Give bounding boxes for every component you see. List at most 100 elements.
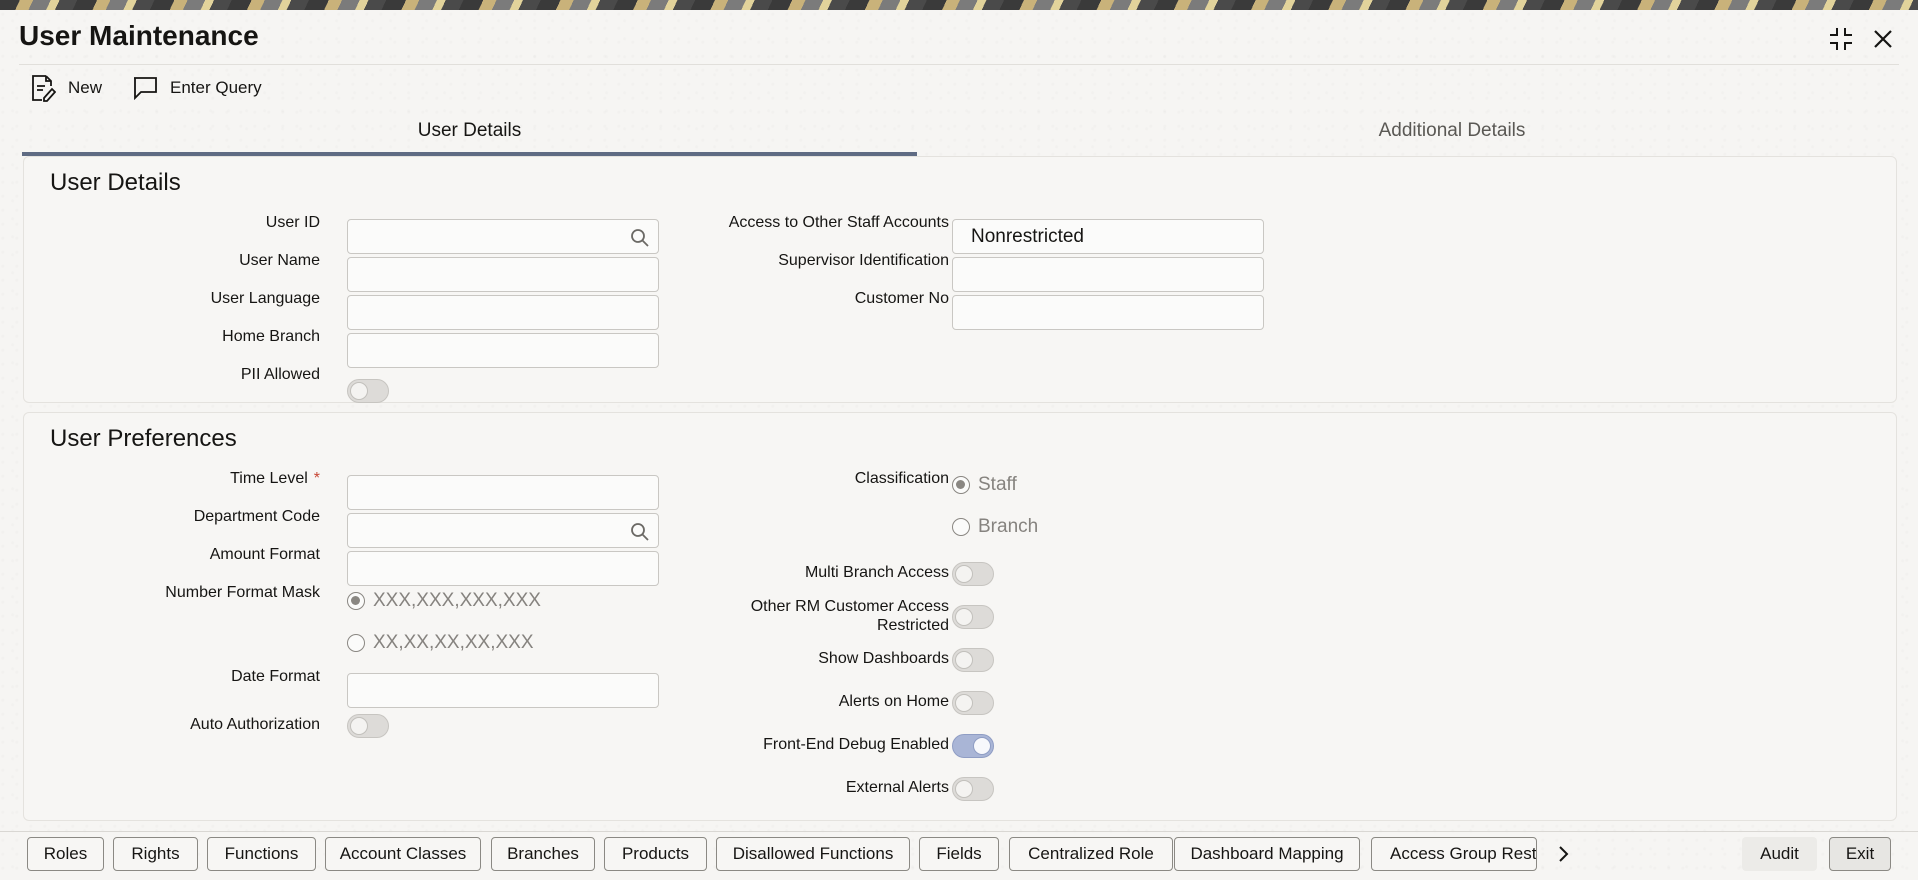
new-label: New	[68, 78, 103, 97]
show-dashboards-toggle[interactable]	[952, 648, 994, 672]
department-code-field[interactable]	[347, 513, 659, 548]
user-preferences-section-title: User Preferences	[50, 425, 237, 452]
classification-branch-option[interactable]: Branch	[952, 516, 1038, 538]
user-name-field[interactable]	[347, 257, 659, 292]
department-code-label: Department Code	[193, 508, 320, 525]
user-maintenance-window: User Maintenance New Enter Query User De…	[0, 10, 1918, 880]
toggle-knob	[955, 651, 973, 669]
date-format-field[interactable]	[347, 673, 659, 708]
other-rm-access-label-line2: Restricted	[876, 617, 949, 634]
customer-no-field[interactable]	[952, 295, 1264, 330]
other-rm-access-toggle[interactable]	[952, 605, 994, 629]
centralized-role-button[interactable]: Centralized Role	[1009, 837, 1173, 871]
user-id-field[interactable]	[347, 219, 659, 254]
date-format-label: Date Format	[231, 668, 320, 685]
footer-bar: Roles Rights Functions Account Classes B…	[0, 831, 1918, 880]
home-branch-input[interactable]	[366, 339, 640, 362]
time-level-label-text: Time Level	[230, 470, 308, 487]
access-group-restrictions-button[interactable]: Access Group Restrictions	[1371, 837, 1537, 871]
disallowed-functions-button[interactable]: Disallowed Functions	[716, 837, 910, 871]
other-rm-access-label-line1: Other RM Customer Access	[750, 598, 949, 615]
supervisor-id-label: Supervisor Identification	[778, 252, 949, 269]
external-alerts-toggle[interactable]	[952, 777, 994, 801]
radio-selected	[952, 476, 970, 494]
time-level-field[interactable]	[347, 475, 659, 510]
user-name-input[interactable]	[366, 263, 640, 286]
supervisor-id-input[interactable]	[971, 263, 1245, 286]
toggle-knob	[973, 737, 991, 755]
pii-allowed-toggle[interactable]	[347, 379, 389, 403]
new-document-icon	[32, 75, 56, 102]
radio-selected	[347, 592, 365, 610]
new-button[interactable]: New	[30, 70, 102, 106]
user-id-label: User ID	[265, 214, 320, 231]
user-name-label: User Name	[239, 252, 320, 269]
classification-branch-label: Branch	[978, 516, 1039, 537]
minimize-button[interactable]	[1828, 26, 1854, 52]
department-code-input[interactable]	[366, 519, 640, 542]
amount-format-input[interactable]	[366, 557, 640, 580]
tab-user-details[interactable]: User Details	[22, 110, 917, 156]
tab-additional-details[interactable]: Additional Details	[917, 110, 1918, 156]
supervisor-id-field[interactable]	[952, 257, 1264, 292]
search-icon[interactable]	[630, 522, 650, 542]
amount-format-field[interactable]	[347, 551, 659, 586]
other-rm-access-label: Other RM Customer Access Restricted	[664, 597, 949, 635]
classification-staff-option[interactable]: Staff	[952, 474, 1017, 496]
products-button[interactable]: Products	[604, 837, 707, 871]
number-format-option-1[interactable]: XXX,XXX,XXX,XXX	[347, 590, 541, 612]
auto-authorization-toggle[interactable]	[347, 714, 389, 738]
auto-authorization-label: Auto Authorization	[190, 716, 320, 733]
roles-button[interactable]: Roles	[27, 837, 104, 871]
close-icon	[1874, 30, 1892, 48]
enter-query-label: Enter Query	[170, 78, 262, 97]
enter-query-button[interactable]: Enter Query	[132, 70, 262, 106]
front-end-debug-toggle[interactable]	[952, 734, 994, 758]
time-level-input[interactable]	[366, 481, 640, 504]
toggle-knob	[955, 608, 973, 626]
home-branch-field[interactable]	[347, 333, 659, 368]
user-preferences-panel: User Preferences Time Level * Department …	[23, 412, 1897, 821]
number-format-mask-label: Number Format Mask	[165, 584, 320, 601]
dashboard-mapping-button[interactable]: Dashboard Mapping	[1174, 837, 1360, 871]
toggle-knob	[955, 694, 973, 712]
exit-button[interactable]: Exit	[1829, 837, 1891, 871]
window-controls	[1828, 26, 1896, 52]
account-classes-button[interactable]: Account Classes	[325, 837, 481, 871]
multi-branch-access-label: Multi Branch Access	[804, 564, 949, 581]
toggle-knob	[350, 382, 368, 400]
toggle-knob	[350, 717, 368, 735]
close-button[interactable]	[1870, 26, 1896, 52]
functions-button[interactable]: Functions	[207, 837, 316, 871]
multi-branch-access-toggle[interactable]	[952, 562, 994, 586]
user-details-panel: User Details User ID User Name User Lang…	[23, 156, 1897, 403]
access-other-staff-value: Nonrestricted	[971, 225, 1084, 247]
customer-no-label: Customer No	[854, 290, 949, 307]
page-title: User Maintenance	[19, 20, 259, 51]
toolbar: New Enter Query	[30, 70, 262, 106]
alerts-on-home-label: Alerts on Home	[838, 693, 949, 710]
search-icon[interactable]	[630, 228, 650, 248]
classification-staff-label: Staff	[978, 474, 1017, 495]
user-id-input[interactable]	[366, 225, 640, 248]
date-format-input[interactable]	[366, 679, 640, 702]
alerts-on-home-toggle[interactable]	[952, 691, 994, 715]
toggle-knob	[955, 565, 973, 583]
title-separator	[19, 64, 1899, 65]
number-format-option-2[interactable]: XX,XX,XX,XX,XXX	[347, 632, 534, 654]
audit-button[interactable]: Audit	[1742, 837, 1817, 871]
user-language-field[interactable]	[347, 295, 659, 330]
access-other-staff-field[interactable]: Nonrestricted	[952, 219, 1264, 254]
show-dashboards-label: Show Dashboards	[818, 650, 949, 667]
user-language-input[interactable]	[366, 301, 640, 324]
scroll-right-button[interactable]	[1550, 841, 1576, 867]
chat-bubble-icon	[134, 77, 157, 100]
required-mark: *	[313, 470, 320, 487]
rights-button[interactable]: Rights	[113, 837, 198, 871]
minimize-icon	[1830, 28, 1852, 50]
access-other-staff-label: Access to Other Staff Accounts	[728, 214, 949, 231]
customer-no-input[interactable]	[971, 301, 1245, 324]
fields-button[interactable]: Fields	[919, 837, 999, 871]
user-details-section-title: User Details	[50, 169, 181, 196]
branches-button[interactable]: Branches	[491, 837, 595, 871]
